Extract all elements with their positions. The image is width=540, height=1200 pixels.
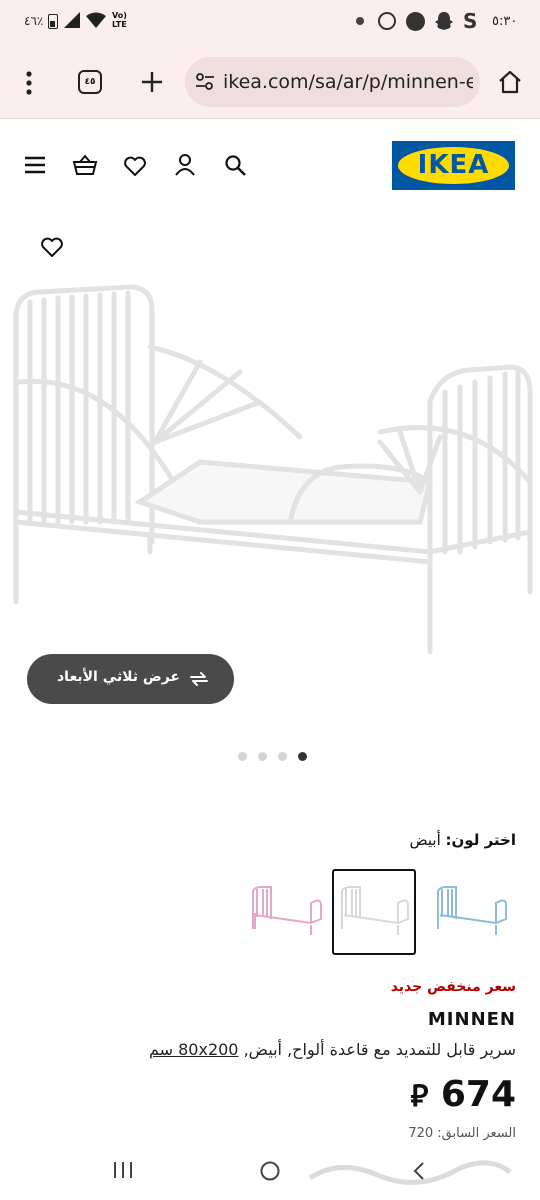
color-swatch-blue[interactable] (430, 869, 514, 955)
tab-switcher-button[interactable]: ٤٥ (78, 70, 102, 94)
previous-price: السعر السابق: 720 (408, 1126, 516, 1141)
view-3d-button[interactable]: عرض ثلاثي الأبعاد (27, 654, 234, 704)
tab-count: ٤٥ (84, 77, 96, 87)
new-tab-icon[interactable] (140, 70, 164, 94)
new-lower-price-badge: سعر منخفض جديد (390, 979, 516, 995)
blue-bed-thumbnail (437, 886, 507, 935)
carousel-dot-active[interactable] (298, 752, 307, 761)
selected-color-value: أبيض (409, 831, 441, 849)
ikea-logo[interactable]: IKEA (392, 141, 515, 190)
product-description-text: سرير قابل للتمديد مع قاعدة ألواح, أبيض, (243, 1040, 516, 1059)
logo-text: IKEA (417, 150, 490, 180)
product-price: ⃁ 674 (410, 1074, 516, 1115)
network-type: Vo) LTE (112, 11, 127, 29)
notification-dot-icon (356, 17, 364, 25)
app-notification-icon (406, 12, 425, 31)
snapchat-icon (435, 12, 453, 30)
wifi-icon (86, 12, 106, 28)
site-settings-icon[interactable] (195, 72, 215, 92)
color-swatch-white[interactable] (332, 869, 416, 955)
carousel-dot[interactable] (238, 752, 247, 761)
signal-icon (64, 12, 80, 28)
clock: ٥:٣٠ (492, 14, 518, 29)
browser-toolbar: ٤٥ ikea.com/sa/ar/p/minnen-ex (0, 46, 540, 119)
hamburger-menu-icon[interactable] (24, 156, 46, 174)
choose-color-label: اختر لون: (445, 831, 516, 849)
address-bar[interactable]: ikea.com/sa/ar/p/minnen-ex (185, 57, 480, 107)
rotate-3d-icon (190, 672, 208, 686)
watermark-logo (308, 1160, 512, 1185)
product-size-link[interactable]: 80x200 سم (149, 1040, 239, 1059)
favorites-heart-icon[interactable] (123, 155, 147, 177)
status-bar: ٤٦٪ Vo) LTE S ٥:٣٠ (0, 0, 540, 46)
product-description: سرير قابل للتمديد مع قاعدة ألواح, أبيض, … (149, 1040, 516, 1059)
system-nav-bar (0, 1142, 540, 1200)
whatsapp-icon (378, 12, 396, 30)
basket-icon[interactable] (72, 154, 98, 176)
account-icon[interactable] (173, 153, 197, 177)
price-value: 674 (440, 1074, 516, 1115)
search-icon[interactable] (224, 154, 246, 176)
site-header: IKEA (0, 119, 540, 219)
app-s-icon: S (463, 9, 478, 33)
bed-product-image (13, 284, 533, 655)
product-name: MINNEN (427, 1009, 516, 1030)
white-bed-thumbnail (341, 886, 409, 935)
home-nav-icon[interactable] (259, 1160, 281, 1182)
color-swatch-pink[interactable] (245, 869, 329, 955)
menu-dots-icon[interactable] (24, 70, 34, 96)
home-icon[interactable] (497, 69, 523, 95)
save-to-list-heart-icon[interactable] (40, 236, 64, 258)
recent-apps-icon[interactable] (112, 1160, 134, 1180)
battery-percent: ٤٦٪ (24, 14, 44, 28)
currency-symbol: ⃁ (410, 1079, 429, 1114)
pink-bed-thumbnail (252, 886, 322, 935)
carousel-dot[interactable] (258, 752, 267, 761)
carousel-dot[interactable] (278, 752, 287, 761)
color-chooser-label: اختر لون: أبيض (410, 831, 517, 849)
url-text: ikea.com/sa/ar/p/minnen-ex (223, 71, 473, 93)
battery-icon (48, 14, 58, 29)
view-3d-label: عرض ثلاثي الأبعاد (57, 669, 180, 685)
